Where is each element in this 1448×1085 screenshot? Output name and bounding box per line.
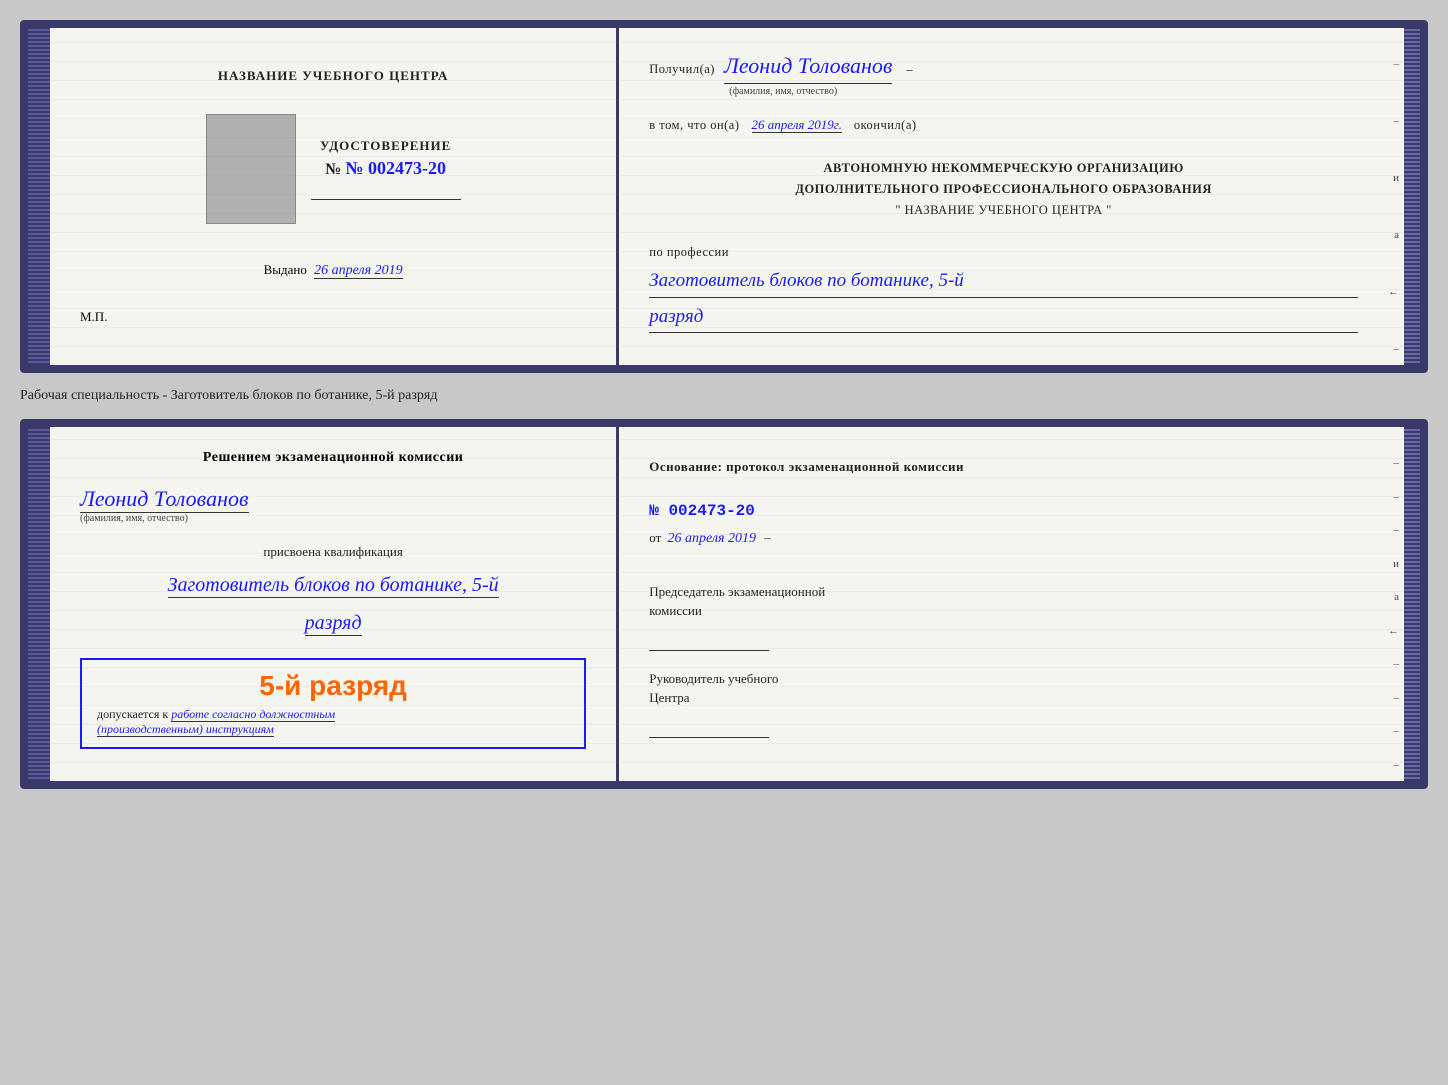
right-edge-marks-top: – – и а ← – xyxy=(1388,28,1404,365)
allowed-text: допускается к работе согласно должностны… xyxy=(97,707,569,737)
finished-label: окончил(а) xyxy=(854,118,917,132)
profession-prefix: по профессии xyxy=(649,242,1358,262)
chairman-sig-line xyxy=(649,631,769,651)
chairman-label: Председатель экзаменационной комиссии xyxy=(649,582,1358,651)
chairman-line1: Председатель экзаменационной xyxy=(649,582,1358,602)
bottom-cert-right-panel: Основание: протокол экзаменационной коми… xyxy=(619,427,1388,781)
rank-highlight-box: 5-й разряд допускается к работе согласно… xyxy=(80,658,586,749)
mp-label: М.П. xyxy=(80,309,107,325)
basis-label: Основание: протокол экзаменационной коми… xyxy=(649,457,1358,477)
big-rank-text: 5-й разряд xyxy=(97,670,569,702)
cert-number: № 002473-20 xyxy=(345,158,446,178)
from-label: от xyxy=(649,530,661,545)
protocol-number: № 002473-20 xyxy=(649,502,1358,520)
issued-date: 26 апреля 2019 xyxy=(314,263,402,279)
razryad-bottom: разряд xyxy=(305,612,362,636)
right-edge-marks-bottom: – – – и а ← – – – – xyxy=(1388,427,1404,781)
qualification-name: Заготовитель блоков по ботанике, 5-й xyxy=(168,574,499,598)
decision-line: Решением экзаменационной комиссии xyxy=(203,447,463,468)
org-quote: " НАЗВАНИЕ УЧЕБНОГО ЦЕНТРА " xyxy=(649,200,1358,220)
training-center-label: НАЗВАНИЕ УЧЕБНОГО ЦЕНТРА xyxy=(218,68,449,84)
head-line2: Центра xyxy=(649,688,1358,708)
org-row: АВТОНОМНУЮ НЕКОММЕРЧЕСКУЮ ОРГАНИЗАЦИЮ ДО… xyxy=(649,158,1358,221)
in-that-prefix: в том, что он(а) xyxy=(649,118,739,132)
head-line1: Руководитель учебного xyxy=(649,669,1358,689)
from-date-row: от 26 апреля 2019 – xyxy=(649,530,1358,547)
left-border-strip-bottom xyxy=(28,427,50,781)
issued-line: Выдано 26 апреля 2019 xyxy=(264,262,403,279)
profession-name-top: Заготовитель блоков по ботанике, 5-й xyxy=(649,266,1358,297)
right-border-strip-top xyxy=(1404,28,1420,365)
from-date-value: 26 апреля 2019 xyxy=(668,531,756,546)
issued-label: Выдано xyxy=(264,262,307,277)
full-name-label-top: (фамилия, имя, отчество) xyxy=(729,84,1358,100)
photo-placeholder xyxy=(206,114,296,224)
allowed-text2: (производственным) инструкциям xyxy=(97,722,274,737)
recipient-name-bottom: Леонид Толованов xyxy=(80,486,249,513)
received-prefix: Получил(а) xyxy=(649,62,715,76)
bottom-certificate: Решением экзаменационной комиссии Леонид… xyxy=(20,419,1428,789)
right-border-strip-bottom xyxy=(1404,427,1420,781)
assigned-label: присвоена квалификация xyxy=(263,544,402,560)
in-that-row: в том, что он(а) 26 апреля 2019г. окончи… xyxy=(649,112,1358,138)
chairman-line2: комиссии xyxy=(649,601,1358,621)
page-container: НАЗВАНИЕ УЧЕБНОГО ЦЕНТРА УДОСТОВЕРЕНИЕ №… xyxy=(20,20,1428,789)
org-line1: АВТОНОМНУЮ НЕКОММЕРЧЕСКУЮ ОРГАНИЗАЦИЮ xyxy=(649,158,1358,179)
left-border-strip xyxy=(28,28,50,365)
bottom-cert-left-panel: Решением экзаменационной комиссии Леонид… xyxy=(50,427,619,781)
razryad-top: разряд xyxy=(649,302,1358,333)
top-cert-left-panel: НАЗВАНИЕ УЧЕБНОГО ЦЕНТРА УДОСТОВЕРЕНИЕ №… xyxy=(50,28,619,365)
org-line2: ДОПОЛНИТЕЛЬНОГО ПРОФЕССИОНАЛЬНОГО ОБРАЗО… xyxy=(649,179,1358,200)
recipient-row: Получил(а) Леонид Толованов – (фамилия, … xyxy=(649,48,1358,100)
number-prefix: № xyxy=(325,161,345,178)
udostoverenie-label: УДОСТОВЕРЕНИЕ № № 002473-20 xyxy=(320,138,451,179)
recipient-name-top: Леонид Толованов xyxy=(724,48,893,84)
top-certificate: НАЗВАНИЕ УЧЕБНОГО ЦЕНТРА УДОСТОВЕРЕНИЕ №… xyxy=(20,20,1428,373)
top-cert-right-panel: Получил(а) Леонид Толованов – (фамилия, … xyxy=(619,28,1388,365)
head-sig-line xyxy=(649,718,769,738)
allowed-text1: работе согласно должностным xyxy=(171,707,335,722)
allowed-prefix: допускается к xyxy=(97,707,168,721)
completion-date: 26 апреля 2019г. xyxy=(752,117,842,133)
profession-row: по профессии Заготовитель блоков по бота… xyxy=(649,242,1358,333)
head-label: Руководитель учебного Центра xyxy=(649,669,1358,738)
specialty-label: Рабочая специальность - Заготовитель бло… xyxy=(20,383,1428,409)
full-name-label-bottom: (фамилия, имя, отчество) xyxy=(80,513,586,524)
